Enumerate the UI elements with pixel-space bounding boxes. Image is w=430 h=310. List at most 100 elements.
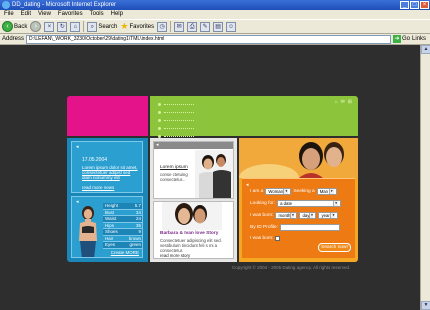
- sitemap-icon[interactable]: ⊞: [348, 99, 352, 105]
- read-more-news-link[interactable]: read more news: [82, 185, 114, 190]
- vertical-scrollbar[interactable]: ▲ ▼: [420, 45, 430, 310]
- mail-icon[interactable]: ✉: [341, 99, 345, 105]
- stat-label: Hips: [105, 222, 115, 228]
- print-icon[interactable]: ⎙: [187, 21, 198, 32]
- edit-icon[interactable]: ✎: [200, 21, 211, 32]
- nav-list: [158, 100, 194, 140]
- close-button[interactable]: ×: [420, 1, 429, 9]
- stat-label: Shoes: [105, 229, 118, 234]
- back-arrow-icon: ‹: [2, 21, 13, 32]
- home-icon[interactable]: ⌂: [70, 21, 81, 32]
- forward-button[interactable]: ›: [30, 21, 42, 32]
- nav-item[interactable]: [158, 116, 194, 124]
- minimize-button[interactable]: _: [400, 1, 409, 9]
- born-check-row: I was born:: [250, 236, 281, 241]
- stat-value: green: [129, 242, 141, 247]
- right-panel: ◂ I am a Woman ▼ Seeking a Man ▼ Looking f…: [239, 138, 358, 262]
- favorites-button[interactable]: ★ Favorites: [120, 22, 154, 31]
- scroll-up-icon[interactable]: ▲: [421, 45, 430, 54]
- nav-item[interactable]: [158, 108, 194, 116]
- bullet-icon: [158, 126, 161, 130]
- born-row: I was born: month ▼ day ▼ year ▼: [250, 212, 339, 219]
- model-photo: [79, 206, 97, 257]
- born-month-value: month: [278, 213, 291, 218]
- news-date: 17.05.2004: [82, 157, 108, 163]
- i-am-select[interactable]: Woman ▼: [265, 188, 292, 195]
- links-label[interactable]: Links: [412, 36, 426, 42]
- address-input[interactable]: D:\LEFAN\_WORK_3230\October\29\dating1\T…: [26, 34, 392, 44]
- seeking-label: Seeking a: [293, 189, 315, 194]
- back-label: Back: [14, 23, 28, 30]
- favorites-label: Favorites: [129, 23, 155, 30]
- create-profile-link[interactable]: Create MORE: [111, 250, 139, 255]
- profile-stats: Height 5.7 Bust 34 Waist 24 Hips 35 Shoes 9 H…: [103, 203, 142, 249]
- card-title[interactable]: Lorem ipsum: [160, 165, 188, 170]
- menu-help[interactable]: Help: [111, 10, 123, 19]
- born-checkbox[interactable]: [275, 236, 281, 241]
- born-year-select[interactable]: year ▼: [318, 212, 339, 219]
- id-row: By ID Profile:: [250, 224, 340, 231]
- nav-item[interactable]: [158, 124, 194, 132]
- ie-logo-icon: [2, 1, 10, 9]
- menu-bar: File Edit View Favorites Tools Help: [0, 10, 430, 19]
- story-text: Consectetuer adipiscing elit sed. vestib…: [160, 238, 222, 253]
- history-icon[interactable]: ◷: [157, 21, 168, 32]
- card-header: ◂: [154, 142, 233, 149]
- browser-toolbar: ‹ Back › × ↻ ⌂ ⌕ Search ★ Favorites ◷ ✉ …: [0, 19, 430, 34]
- stat-label: Height: [105, 203, 119, 208]
- site-header-nav: ⌂ ✉ ⊞: [150, 96, 358, 138]
- nav-item[interactable]: [158, 100, 194, 108]
- chevron-down-icon: ▼: [309, 213, 314, 218]
- search-label: Search: [98, 23, 118, 30]
- looking-select[interactable]: a date ▼: [277, 200, 342, 207]
- seeking-select[interactable]: Man ▼: [316, 188, 337, 195]
- left-panel: ◂ 17.05.2004 Lorem ipsum dolor sit amet,…: [67, 138, 148, 262]
- stat-value: 35: [135, 222, 141, 228]
- menu-file[interactable]: File: [4, 10, 14, 19]
- go-label: Go: [402, 36, 411, 42]
- card-text: conse ctetuing consectetur...: [160, 172, 188, 182]
- site-logo-block: [67, 96, 148, 136]
- mail-icon[interactable]: ✉: [174, 21, 185, 32]
- looking-value: a date: [280, 201, 293, 206]
- stat-row: Eyes green: [103, 242, 142, 249]
- window-controls: _ □ ×: [400, 1, 429, 9]
- stat-value: 24: [135, 216, 141, 221]
- messenger-icon[interactable]: ☺: [226, 21, 237, 32]
- id-profile-input[interactable]: [280, 224, 340, 231]
- love-story-photo: [162, 202, 222, 230]
- born-month-select[interactable]: month ▼: [275, 212, 298, 219]
- home-icon[interactable]: ⌂: [335, 99, 338, 105]
- story-title: Barbara & Ivan love Story: [160, 231, 219, 236]
- scroll-down-icon[interactable]: ▼: [421, 301, 430, 310]
- discuss-icon[interactable]: ▤: [213, 21, 224, 32]
- nav-item-label: [164, 135, 194, 137]
- born-day-select[interactable]: day ▼: [299, 212, 317, 219]
- read-more-story-link[interactable]: read more story: [160, 253, 190, 258]
- news-text[interactable]: Lorem ipsum dolor sit amet, consectetuer…: [82, 165, 140, 180]
- chevron-down-icon: ▼: [328, 189, 334, 194]
- menu-tools[interactable]: Tools: [90, 10, 104, 19]
- refresh-icon[interactable]: ↻: [57, 21, 68, 32]
- search-now-button[interactable]: Search now!: [318, 243, 351, 252]
- stat-value: 5.7: [134, 203, 141, 208]
- header-icons: ⌂ ✉ ⊞: [335, 99, 352, 105]
- stat-value: 34: [135, 209, 141, 215]
- looking-row: Looking for: a date ▼: [250, 200, 342, 207]
- go-button[interactable]: ➜ Go: [393, 35, 410, 43]
- menu-edit[interactable]: Edit: [21, 10, 31, 19]
- search-button[interactable]: ⌕ Search: [87, 21, 118, 32]
- profile-box: ◂ Height 5.7 Bust 34 Waist 24 Hips 35 Shoes 9…: [71, 196, 143, 258]
- menu-view[interactable]: View: [38, 10, 51, 19]
- stat-value: brown: [128, 235, 141, 241]
- arrow-left-icon: ◂: [246, 182, 249, 188]
- stop-icon[interactable]: ×: [44, 21, 55, 32]
- bullet-icon: [158, 118, 161, 122]
- back-button[interactable]: ‹ Back: [2, 21, 27, 32]
- stat-label: Eyes: [105, 242, 116, 247]
- chevron-down-icon: ▼: [283, 189, 289, 194]
- i-am-value: Woman: [268, 189, 284, 194]
- born-check-label: I was born:: [250, 236, 274, 241]
- maximize-button[interactable]: □: [410, 1, 419, 9]
- menu-favorites[interactable]: Favorites: [58, 10, 83, 19]
